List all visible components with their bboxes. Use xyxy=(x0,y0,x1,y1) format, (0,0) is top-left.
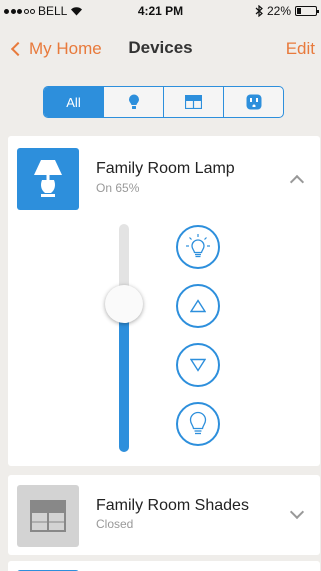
device-status: On 65% xyxy=(96,181,140,195)
device-filter-segmented-control: All xyxy=(43,86,284,118)
brightness-slider-fill xyxy=(119,304,129,452)
back-button[interactable]: My Home xyxy=(10,39,102,59)
device-name: Family Room Shades xyxy=(96,497,249,514)
navigation-bar: My Home Devices Edit xyxy=(0,20,321,72)
status-bar: BELL 4:21 PM 22% xyxy=(0,0,321,20)
device-card-family-room-shades[interactable]: Family Room Shades Closed xyxy=(8,475,320,555)
filter-shades-tab[interactable] xyxy=(164,87,224,117)
brightness-slider-thumb[interactable] xyxy=(105,285,143,323)
turn-off-button[interactable] xyxy=(176,402,220,446)
outlet-icon xyxy=(246,94,261,110)
battery-icon xyxy=(295,6,319,16)
bulb-off-icon xyxy=(189,411,207,435)
full-brightness-button[interactable] xyxy=(176,225,220,269)
filter-all-label: All xyxy=(66,94,81,110)
brightness-slider-track[interactable] xyxy=(119,224,129,452)
shade-icon xyxy=(185,95,202,109)
lamp-icon xyxy=(17,148,79,210)
triangle-down-icon xyxy=(190,358,206,372)
back-button-label: My Home xyxy=(29,39,102,58)
brighten-button[interactable] xyxy=(176,284,220,328)
device-card-partial[interactable] xyxy=(8,561,320,571)
filter-lights-tab[interactable] xyxy=(104,87,164,117)
device-name: Family Room Lamp xyxy=(96,160,235,177)
expand-chevron-down-icon[interactable] xyxy=(289,504,305,520)
chevron-left-icon xyxy=(10,41,26,57)
bulb-on-icon xyxy=(186,234,210,258)
battery-percent: 22% xyxy=(266,4,291,18)
bulb-icon xyxy=(128,94,139,109)
bluetooth-icon xyxy=(255,5,263,17)
device-card-family-room-lamp[interactable]: Family Room Lamp On 65% xyxy=(8,136,320,466)
shades-icon xyxy=(17,485,79,547)
triangle-up-icon xyxy=(190,299,206,313)
collapse-chevron-up-icon[interactable] xyxy=(289,174,305,190)
filter-all-tab[interactable]: All xyxy=(44,87,104,117)
edit-button[interactable]: Edit xyxy=(286,39,315,59)
dim-button[interactable] xyxy=(176,343,220,387)
filter-outlets-tab[interactable] xyxy=(224,87,283,117)
device-status: Closed xyxy=(96,517,134,531)
